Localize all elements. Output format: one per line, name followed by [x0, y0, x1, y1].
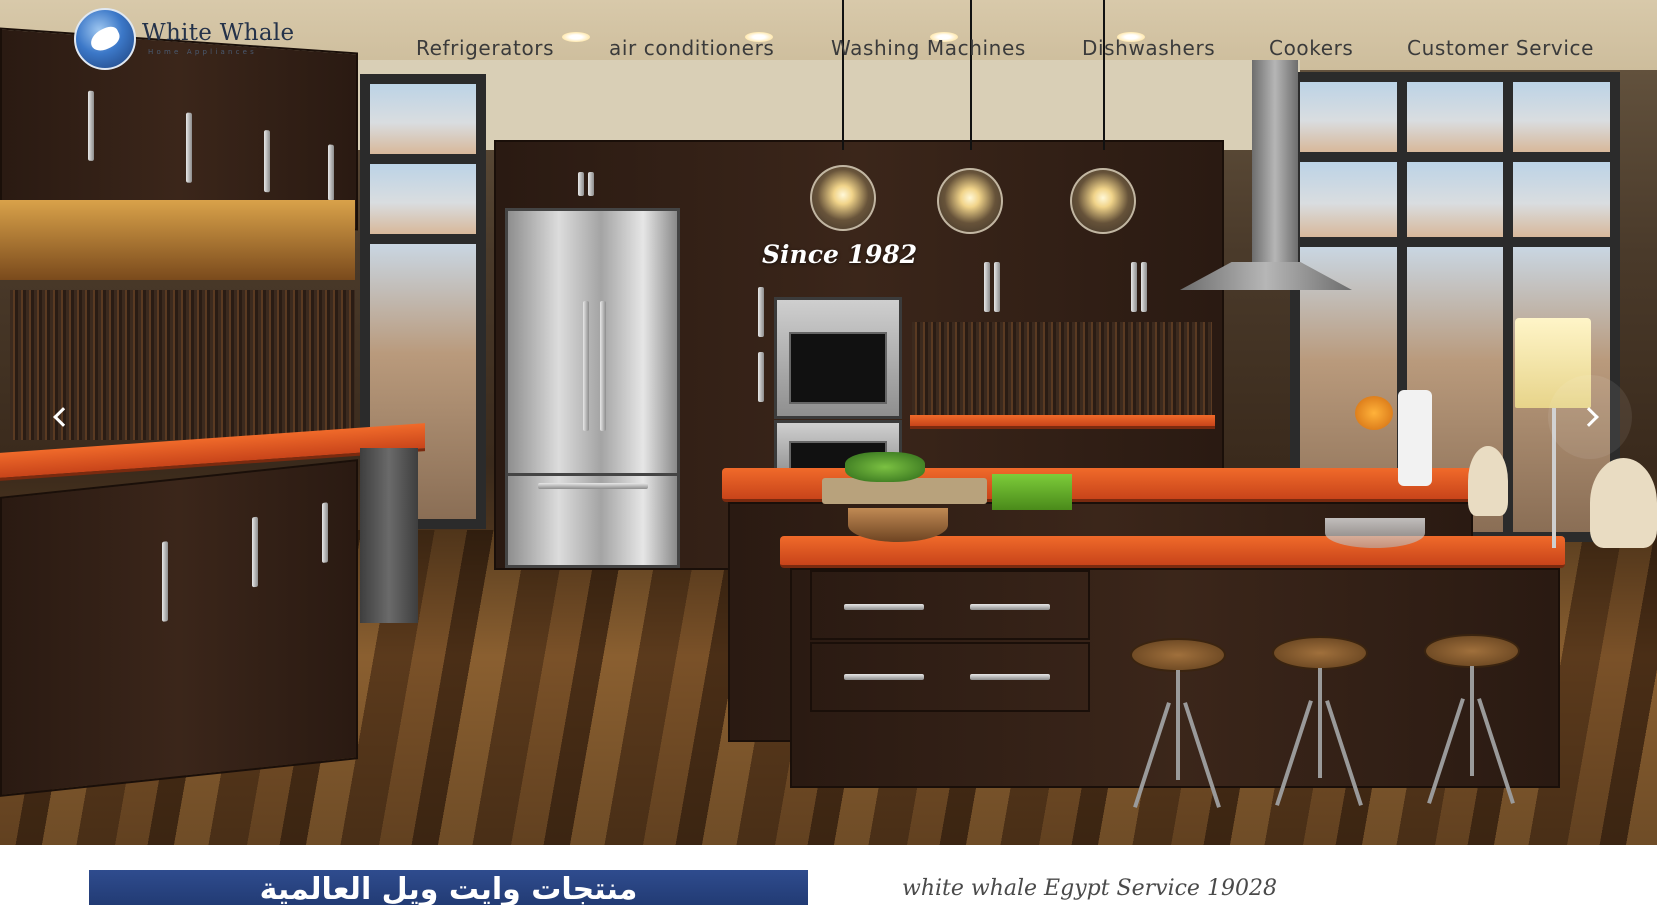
vase: [1398, 390, 1432, 486]
nav-item-customer-service[interactable]: Customer Service: [1407, 36, 1594, 60]
range-hood-chimney: [1252, 60, 1298, 270]
bar-stool: [1424, 634, 1520, 668]
nav-item-refrigerators[interactable]: Refrigerators: [416, 36, 554, 60]
slider-next-button[interactable]: [1572, 392, 1606, 442]
slider-prev-button[interactable]: [46, 392, 80, 442]
bar-stool: [1130, 638, 1226, 672]
pendant-light: [810, 165, 876, 231]
cutting-board: [822, 478, 987, 504]
main-nav: Refrigerators air conditioners Washing M…: [0, 36, 1657, 66]
service-hotline: white whale Egypt Service 19028: [902, 876, 1277, 901]
banner-text: منتجات وايت ويل العالمية: [259, 872, 638, 905]
backsplash-center: [912, 322, 1212, 417]
flowers: [1355, 396, 1393, 430]
refrigerator: [505, 208, 680, 568]
pendant-light: [1070, 168, 1136, 234]
lounge-chair: [1468, 446, 1508, 516]
nav-item-dishwashers[interactable]: Dishwashers: [1082, 36, 1215, 60]
wheatgrass: [992, 474, 1072, 510]
nav-item-cookers[interactable]: Cookers: [1269, 36, 1353, 60]
dishwasher: [360, 448, 418, 623]
wall-oven-upper: [774, 297, 902, 419]
bar-stool: [1272, 636, 1368, 670]
arabic-banner[interactable]: منتجات وايت ويل العالمية: [89, 870, 808, 905]
back-counter: [910, 415, 1215, 429]
hero-tagline: Since 1982: [762, 240, 918, 269]
nav-item-air-conditioners[interactable]: air conditioners: [609, 36, 774, 60]
pendant-light: [937, 168, 1003, 234]
open-shelf: [0, 200, 355, 280]
lounge-chair: [1590, 458, 1657, 548]
base-cabinets-left: [0, 459, 358, 797]
greens: [845, 452, 925, 482]
chevron-left-icon: [53, 407, 73, 427]
fruit-bowl: [1325, 518, 1425, 548]
nav-item-washing-machines[interactable]: Washing Machines: [831, 36, 1026, 60]
chevron-right-icon: [1579, 407, 1599, 427]
bowl: [848, 508, 948, 542]
hero-slider: White Whale Home Appliances Refrigerator…: [0, 0, 1657, 845]
